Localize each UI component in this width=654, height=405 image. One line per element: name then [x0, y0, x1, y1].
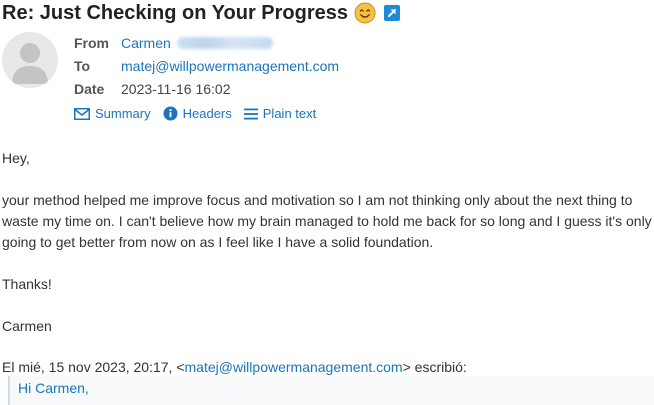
- body-signature: Carmen: [2, 318, 52, 334]
- to-label: To: [74, 58, 91, 74]
- popout-icon[interactable]: [384, 5, 401, 21]
- subject-row: Re: Just Checking on Your Progress: [2, 0, 401, 26]
- from-label: From: [74, 35, 109, 51]
- tab-plain-text[interactable]: Plain text: [243, 106, 317, 121]
- info-icon: [163, 106, 178, 121]
- tab-summary-label: Summary: [95, 106, 151, 121]
- date-label: Date: [74, 81, 105, 97]
- body-line-2: waste my time on. I can't believe how my…: [2, 213, 652, 229]
- quote-header-prefix: El mié, 15 nov 2023, 20:17, <: [2, 359, 185, 375]
- from-name-link[interactable]: Carmen: [121, 35, 171, 51]
- smiling-face-emoji-icon: [354, 2, 376, 24]
- tab-headers-label: Headers: [182, 106, 232, 121]
- quote-header: El mié, 15 nov 2023, 20:17, <matej@willp…: [2, 359, 467, 375]
- quote-header-suffix: > escribió:: [402, 359, 467, 375]
- quote-header-email-link[interactable]: matej@willpowermanagement.com: [185, 359, 403, 375]
- tab-headers[interactable]: Headers: [163, 106, 232, 121]
- from-value: Carmen: [121, 35, 273, 51]
- body-line-1: your method helped me improve focus and …: [2, 192, 633, 208]
- quoted-first-line: Hi Carmen,: [18, 380, 89, 396]
- envelope-icon: [74, 107, 90, 120]
- sender-avatar: [2, 32, 58, 88]
- quoted-message: Hi Carmen,: [8, 376, 654, 405]
- lines-icon: [243, 108, 258, 119]
- tab-plain-text-label: Plain text: [262, 106, 317, 121]
- message-subject: Re: Just Checking on Your Progress: [2, 1, 349, 24]
- body-line-3: going to get better from now on as I fee…: [2, 234, 434, 250]
- view-tabs: Summary Headers Plain text: [74, 106, 328, 121]
- date-value: 2023-11-16 16:02: [121, 81, 231, 97]
- redacted-surname: [176, 37, 273, 49]
- body-thanks: Thanks!: [2, 276, 52, 292]
- to-address-link[interactable]: matej@willpowermanagement.com: [121, 58, 339, 74]
- body-greeting: Hey,: [2, 150, 30, 166]
- tab-summary[interactable]: Summary: [74, 106, 151, 121]
- person-icon: [12, 43, 48, 84]
